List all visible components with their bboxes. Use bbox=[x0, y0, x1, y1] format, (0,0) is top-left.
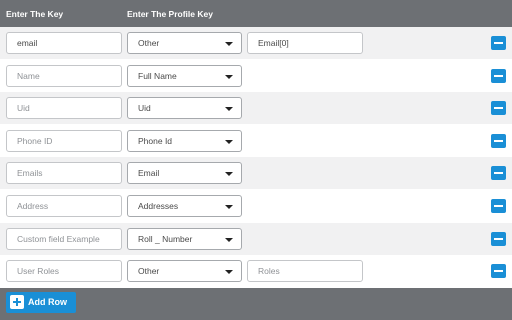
remove-row-button[interactable] bbox=[491, 264, 506, 279]
table-row: User Roles Other Roles bbox=[0, 255, 512, 287]
add-row-button[interactable]: Add Row bbox=[6, 292, 76, 313]
key-input[interactable]: Custom field Example bbox=[6, 227, 122, 250]
profile-column-header: Enter The Profile Key bbox=[127, 9, 213, 19]
profile-key-select[interactable]: Uid bbox=[127, 97, 242, 120]
chevron-down-icon bbox=[225, 139, 233, 144]
table-row: Custom field Example Roll _ Number bbox=[0, 222, 512, 255]
chevron-down-icon bbox=[225, 270, 233, 275]
minus-icon bbox=[494, 42, 503, 44]
chevron-down-icon bbox=[225, 205, 233, 209]
key-column-header: Enter The Key bbox=[6, 9, 64, 19]
table-row: Emails Email bbox=[0, 157, 512, 190]
remove-row-button[interactable] bbox=[491, 166, 506, 181]
minus-icon bbox=[494, 107, 503, 110]
chevron-down-icon bbox=[225, 172, 233, 177]
table-row: Uid Uid bbox=[0, 92, 512, 125]
table-row: Address Addresses bbox=[0, 190, 512, 222]
key-input[interactable]: Address bbox=[6, 195, 122, 217]
profile-key-value: Other bbox=[138, 266, 160, 277]
table-row: Name Full Name bbox=[0, 60, 512, 92]
remove-row-button[interactable] bbox=[491, 101, 506, 116]
remove-row-button[interactable] bbox=[491, 68, 506, 83]
profile-key-value: Roll _ Number bbox=[138, 233, 193, 244]
profile-key-value: Addresses bbox=[138, 201, 179, 211]
profile-key-value: Phone Id bbox=[138, 135, 173, 146]
minus-icon bbox=[494, 205, 503, 207]
profile-key-value: Email bbox=[138, 168, 160, 179]
chevron-down-icon bbox=[225, 42, 233, 46]
custom-profile-key-input[interactable]: Roles bbox=[247, 260, 363, 283]
remove-row-button[interactable] bbox=[491, 231, 506, 246]
key-input[interactable]: Phone ID bbox=[6, 129, 122, 152]
minus-icon bbox=[494, 270, 503, 273]
minus-icon bbox=[494, 172, 503, 175]
remove-row-button[interactable] bbox=[491, 36, 506, 50]
table-row: Phone ID Phone Id bbox=[0, 125, 512, 157]
profile-key-value: Full Name bbox=[138, 70, 177, 81]
profile-key-select[interactable]: Other bbox=[127, 32, 242, 54]
profile-key-select[interactable]: Full Name bbox=[127, 64, 242, 87]
minus-icon bbox=[494, 74, 503, 77]
profile-key-value: Other bbox=[138, 38, 160, 48]
minus-icon bbox=[494, 237, 503, 240]
custom-profile-key-input[interactable]: Email[0] bbox=[247, 32, 363, 54]
chevron-down-icon bbox=[225, 74, 233, 79]
table-row: email Other Email[0] bbox=[0, 27, 512, 59]
key-input[interactable]: email bbox=[6, 32, 122, 54]
table-header: Enter The Key Enter The Profile Key bbox=[0, 0, 512, 27]
table-footer: Add Row bbox=[0, 288, 512, 320]
minus-icon bbox=[494, 139, 503, 142]
profile-key-value: Uid bbox=[138, 103, 151, 114]
profile-key-select[interactable]: Email bbox=[127, 162, 242, 185]
profile-key-select[interactable]: Addresses bbox=[127, 195, 242, 217]
chevron-down-icon bbox=[225, 237, 233, 242]
key-input[interactable]: Emails bbox=[6, 162, 122, 185]
profile-key-select[interactable]: Roll _ Number bbox=[127, 227, 242, 250]
remove-row-button[interactable] bbox=[491, 133, 506, 148]
profile-key-select[interactable]: Other bbox=[127, 260, 242, 283]
remove-row-button[interactable] bbox=[491, 199, 506, 213]
key-input[interactable]: User Roles bbox=[6, 260, 122, 283]
profile-key-select[interactable]: Phone Id bbox=[127, 129, 242, 152]
plus-icon bbox=[10, 295, 24, 309]
add-row-label: Add Row bbox=[28, 297, 67, 307]
key-input[interactable]: Uid bbox=[6, 97, 122, 120]
chevron-down-icon bbox=[225, 107, 233, 112]
attribute-mapping-table: Enter The Key Enter The Profile Key emai… bbox=[0, 0, 512, 320]
key-input[interactable]: Name bbox=[6, 64, 122, 87]
